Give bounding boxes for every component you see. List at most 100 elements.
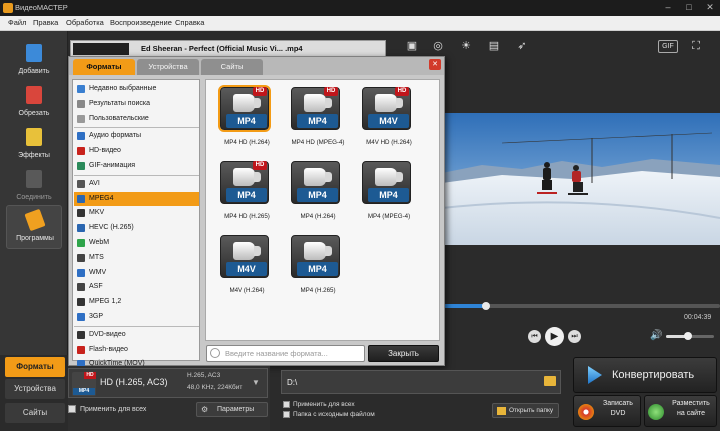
publish-button[interactable]: Разместить на сайте xyxy=(644,395,717,427)
play-icon[interactable]: ▶ xyxy=(545,327,564,346)
menu-playback[interactable]: Воспроизведение xyxy=(110,18,172,27)
burn-dvd-button[interactable]: Записать DVD xyxy=(573,395,641,427)
convert-button[interactable]: Конвертировать xyxy=(573,357,717,393)
volume-handle[interactable] xyxy=(684,332,692,340)
seek-progress xyxy=(444,304,486,308)
format-tile[interactable]: M4V HD M4V HD (H.264) xyxy=(357,84,421,156)
category-item[interactable]: Недавно выбранные xyxy=(74,82,199,96)
fullscreen-icon[interactable]: ⛶ xyxy=(688,38,704,54)
menu-bar: Файл Правка Обработка Воспроизведение Сп… xyxy=(0,16,720,31)
gear-icon: ⚙ xyxy=(201,405,209,414)
category-item[interactable]: WebM xyxy=(74,236,199,250)
category-icon xyxy=(77,283,85,292)
tab-formats[interactable]: Форматы xyxy=(5,357,65,377)
category-item[interactable]: HD-видео xyxy=(74,144,199,158)
menu-help[interactable]: Справка xyxy=(175,18,204,27)
join-button[interactable]: Соединить xyxy=(6,165,62,209)
video-camera-icon: MP4 HD xyxy=(291,87,340,130)
video-camera-icon: M4V HD xyxy=(362,87,411,130)
stabilize-icon[interactable]: ◎ xyxy=(430,38,446,54)
volume-icon[interactable]: 🔊 xyxy=(650,330,662,341)
close-window-button[interactable]: ✕ xyxy=(702,1,718,14)
output-path-value: D:\ xyxy=(287,378,298,387)
format-tile[interactable]: MP4 HD MP4 HD (MPEG-4) xyxy=(286,84,350,156)
apply-all-path-checkbox[interactable] xyxy=(283,401,290,408)
category-icon xyxy=(77,239,85,247)
chevron-down-icon[interactable]: ▼ xyxy=(249,375,263,391)
category-item[interactable]: Flash-видео xyxy=(74,343,199,357)
speed-icon[interactable]: ➶ xyxy=(514,38,530,54)
effects-label: Эффекты xyxy=(18,152,50,159)
programs-button[interactable]: Программы xyxy=(6,205,62,249)
category-item[interactable]: MKV xyxy=(74,206,199,220)
tab-sites[interactable]: Сайты xyxy=(5,403,65,423)
params-button[interactable]: ⚙ Параметры xyxy=(196,402,268,417)
category-icon xyxy=(77,345,85,354)
category-label: Flash-видео xyxy=(89,345,128,353)
camera-body xyxy=(304,94,332,112)
hd-badge: HD xyxy=(253,87,267,96)
dialog-close-icon[interactable]: ✕ xyxy=(429,59,441,70)
minimize-button[interactable]: – xyxy=(660,1,676,14)
category-item[interactable]: WMV xyxy=(74,266,199,280)
output-format-selector[interactable]: HD MP4 HD (H.265, AC3) H.265, AC3 48,0 K… xyxy=(68,368,268,398)
crop-icon[interactable]: ▣ xyxy=(404,38,420,54)
brightness-icon[interactable]: ☀ xyxy=(458,38,474,54)
format-tile[interactable]: M4V M4V (H.264) xyxy=(215,232,279,304)
menu-edit[interactable]: Правка xyxy=(33,18,58,27)
format-tile[interactable]: MP4 MP4 (MPEG-4) xyxy=(357,158,421,230)
seek-handle[interactable] xyxy=(482,302,490,310)
app-logo-icon xyxy=(3,3,13,13)
apply-all-checkbox[interactable] xyxy=(68,405,76,413)
menu-file[interactable]: Файл xyxy=(8,18,26,27)
format-tile[interactable]: MP4 MP4 (H.265) xyxy=(286,232,350,304)
gif-icon[interactable]: GIF xyxy=(658,40,678,53)
category-item[interactable]: GIF-анимация xyxy=(74,159,199,173)
category-item[interactable]: Пользовательские xyxy=(74,112,199,126)
tab-devices[interactable]: Устройства xyxy=(5,379,65,399)
open-folder-label: Открыть папку xyxy=(509,407,554,414)
video-camera-icon: MP4 HD xyxy=(220,161,269,204)
source-folder-checkbox[interactable] xyxy=(283,411,290,418)
hd-badge: HD xyxy=(324,87,338,96)
add-button[interactable]: Добавить xyxy=(6,39,62,83)
effects-button[interactable]: Эффекты xyxy=(6,123,62,167)
video-camera-icon: MP4 xyxy=(291,161,340,204)
dialog-tab-sites[interactable]: Сайты xyxy=(201,59,263,75)
menu-processing[interactable]: Обработка xyxy=(66,18,104,27)
format-tile[interactable]: MP4 HD MP4 HD (H.264) xyxy=(215,84,279,156)
category-item[interactable]: Результаты поиска xyxy=(74,97,199,111)
category-item[interactable]: HEVC (H.265) xyxy=(74,221,199,235)
format-search-input[interactable]: Введите название формата... xyxy=(206,345,365,362)
category-icon xyxy=(77,162,85,170)
dialog-tab-formats[interactable]: Форматы xyxy=(73,59,135,75)
folder-icon[interactable] xyxy=(544,376,556,386)
category-item[interactable]: AVI xyxy=(74,177,199,191)
open-folder-button[interactable]: Открыть папку xyxy=(492,403,559,418)
convert-arrow-icon xyxy=(588,366,602,384)
publish-label-1: Разместить xyxy=(672,400,710,407)
camera-body xyxy=(375,168,403,186)
trim-button[interactable]: Обрезать xyxy=(6,81,62,125)
format-tile[interactable]: MP4 MP4 (H.264) xyxy=(286,158,350,230)
maximize-button[interactable]: □ xyxy=(681,1,697,14)
camera-body xyxy=(304,242,332,260)
output-path-field[interactable]: D:\ xyxy=(281,370,561,394)
category-item[interactable]: ASF xyxy=(74,280,199,294)
category-item[interactable]: DVD-видео xyxy=(74,328,199,342)
left-toolbar: Добавить Обрезать Эффекты Соединить Прог… xyxy=(0,31,68,355)
category-item[interactable]: Аудио форматы xyxy=(74,129,199,143)
prev-frame-icon[interactable]: ⏮ xyxy=(528,330,541,343)
format-tile[interactable]: MP4 HD MP4 HD (H.265) xyxy=(215,158,279,230)
category-icon xyxy=(77,330,85,339)
frame-icon[interactable]: ▤ xyxy=(486,38,502,54)
category-item[interactable]: MTS xyxy=(74,251,199,265)
programs-label: Программы xyxy=(16,235,54,242)
category-item[interactable]: MPEG 1,2 xyxy=(74,295,199,309)
next-frame-icon[interactable]: ⏭ xyxy=(568,330,581,343)
category-item[interactable]: 3GP xyxy=(74,310,199,324)
category-item[interactable]: MPEG4 xyxy=(74,191,199,206)
dvd-disc-icon xyxy=(578,404,594,420)
dialog-tab-devices[interactable]: Устройства xyxy=(137,59,199,75)
close-dialog-button[interactable]: Закрыть xyxy=(368,345,439,362)
